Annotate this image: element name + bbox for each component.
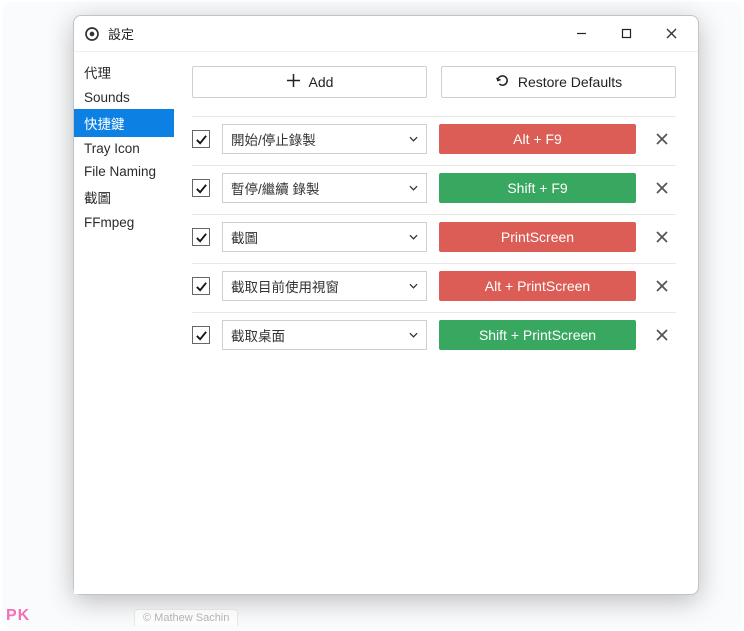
hotkey-row: 暫停/繼續 錄製 Shift + F9	[192, 165, 676, 210]
hotkey-row: 開始/停止錄製 Alt + F9	[192, 116, 676, 161]
chevron-down-icon	[409, 132, 418, 147]
restore-defaults-label: Restore Defaults	[518, 74, 622, 90]
hotkey-enabled-checkbox[interactable]	[192, 228, 210, 246]
hotkey-key-button[interactable]: Alt + PrintScreen	[439, 271, 636, 301]
hotkey-action-label: 截圖	[231, 227, 258, 247]
hotkey-key-button[interactable]: PrintScreen	[439, 222, 636, 252]
hotkey-enabled-checkbox[interactable]	[192, 130, 210, 148]
close-button[interactable]	[649, 19, 694, 49]
hotkey-action-label: 截取桌面	[231, 325, 285, 345]
sidebar-item-filenaming[interactable]: File Naming	[74, 160, 174, 183]
hotkey-enabled-checkbox[interactable]	[192, 179, 210, 197]
main-panel: Add Restore Defaults 開始/停止錄製 Alt + F9 暫停/繼…	[174, 52, 698, 594]
restore-defaults-button[interactable]: Restore Defaults	[441, 66, 676, 98]
add-button[interactable]: Add	[192, 66, 427, 98]
sidebar-item-trayicon[interactable]: Tray Icon	[74, 137, 174, 160]
sidebar-item-ffmpeg[interactable]: FFmpeg	[74, 211, 174, 234]
hotkey-delete-button[interactable]	[648, 223, 676, 251]
hotkey-action-label: 開始/停止錄製	[231, 129, 316, 149]
hotkey-key-button[interactable]: Shift + F9	[439, 173, 636, 203]
hotkey-action-dropdown[interactable]: 截取桌面	[222, 320, 427, 350]
hotkey-delete-button[interactable]	[648, 321, 676, 349]
watermark: PK	[6, 607, 30, 625]
copyright-label: © Mathew Sachin	[134, 609, 238, 626]
hotkey-row: 截圖 PrintScreen	[192, 214, 676, 259]
hotkey-action-label: 暫停/繼續 錄製	[231, 178, 320, 198]
sidebar: 代理Sounds快捷鍵Tray IconFile Naming截圖FFmpeg	[74, 52, 174, 594]
hotkey-delete-button[interactable]	[648, 125, 676, 153]
hotkey-enabled-checkbox[interactable]	[192, 277, 210, 295]
hotkey-row: 截取桌面 Shift + PrintScreen	[192, 312, 676, 357]
hotkey-delete-button[interactable]	[648, 272, 676, 300]
hotkey-row: 截取目前使用視窗 Alt + PrintScreen	[192, 263, 676, 308]
hotkey-action-dropdown[interactable]: 暫停/繼續 錄製	[222, 173, 427, 203]
app-icon	[84, 26, 100, 42]
plus-icon	[286, 73, 301, 91]
hotkey-key-button[interactable]: Alt + F9	[439, 124, 636, 154]
hotkey-action-dropdown[interactable]: 截圖	[222, 222, 427, 252]
window-title: 設定	[108, 24, 134, 43]
sidebar-item-screenshot[interactable]: 截圖	[74, 183, 174, 211]
hotkey-key-button[interactable]: Shift + PrintScreen	[439, 320, 636, 350]
hotkey-enabled-checkbox[interactable]	[192, 326, 210, 344]
add-button-label: Add	[309, 74, 334, 90]
chevron-down-icon	[409, 328, 418, 343]
chevron-down-icon	[409, 279, 418, 294]
minimize-button[interactable]	[559, 19, 604, 49]
settings-dialog: 設定 代理Sounds快捷鍵Tray IconFile Naming截圖FFmp…	[73, 15, 699, 595]
hotkey-list: 開始/停止錄製 Alt + F9 暫停/繼續 錄製 Shift + F9 截圖 Print…	[180, 116, 676, 357]
titlebar: 設定	[74, 16, 698, 52]
chevron-down-icon	[409, 181, 418, 196]
sidebar-item-hotkeys[interactable]: 快捷鍵	[74, 109, 174, 137]
hotkey-action-label: 截取目前使用視窗	[231, 276, 339, 296]
restore-icon	[495, 73, 510, 91]
hotkey-action-dropdown[interactable]: 開始/停止錄製	[222, 124, 427, 154]
maximize-button[interactable]	[604, 19, 649, 49]
sidebar-item-sounds[interactable]: Sounds	[74, 86, 174, 109]
hotkey-delete-button[interactable]	[648, 174, 676, 202]
chevron-down-icon	[409, 230, 418, 245]
hotkey-action-dropdown[interactable]: 截取目前使用視窗	[222, 271, 427, 301]
sidebar-item-proxy[interactable]: 代理	[74, 58, 174, 86]
